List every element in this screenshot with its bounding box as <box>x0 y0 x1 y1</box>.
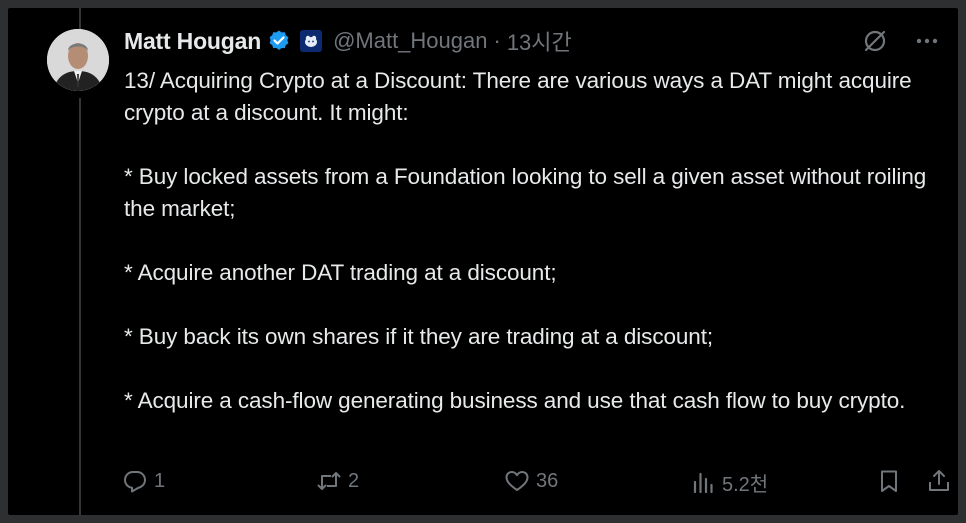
tweet-header: Matt Hougan @Matt_Hougan · 13시간 <box>124 25 572 57</box>
grok-icon[interactable] <box>862 28 888 54</box>
like-count: 36 <box>536 469 559 492</box>
share-button[interactable] <box>926 468 952 494</box>
retweet-icon <box>317 472 341 490</box>
more-icon[interactable] <box>914 28 940 54</box>
retweet-count: 2 <box>348 469 360 492</box>
author-handle[interactable]: @Matt_Hougan <box>333 28 487 54</box>
reply-button[interactable]: 1 <box>122 468 165 494</box>
tweet-paragraph: * Acquire a cash-flow generating busines… <box>124 388 906 413</box>
tweet-timestamp[interactable]: 13시간 <box>507 25 572 57</box>
reply-count: 1 <box>154 469 166 492</box>
verified-badge-icon <box>267 29 291 53</box>
views-icon <box>693 472 713 493</box>
like-button[interactable]: 36 <box>504 468 558 494</box>
view-count: 5.2천 <box>722 474 769 496</box>
tweet-text: 13/ Acquiring Crypto at a Discount: Ther… <box>124 65 944 417</box>
avatar[interactable] <box>47 29 109 91</box>
header-separator: · <box>493 28 501 53</box>
views-button[interactable]: 5.2천 <box>690 468 768 497</box>
tweet-card: Matt Hougan @Matt_Hougan · 13시간 13/ Acqu… <box>8 8 958 515</box>
tweet-action-bar: 1 2 36 5.2천 <box>122 465 949 497</box>
bookmark-icon <box>881 470 897 492</box>
affiliate-badge-icon[interactable] <box>299 29 323 53</box>
tweet-paragraph: 13/ Acquiring Crypto at a Discount: Ther… <box>124 68 912 125</box>
thread-line <box>79 98 81 515</box>
tweet-paragraph: * Acquire another DAT trading at a disco… <box>124 260 557 285</box>
tweet-top-actions <box>862 28 940 54</box>
share-icon <box>929 470 949 491</box>
tweet-paragraph: * Buy locked assets from a Foundation lo… <box>124 164 927 221</box>
tweet-paragraph: * Buy back its own shares if it they are… <box>124 324 714 349</box>
like-icon <box>505 471 529 491</box>
author-name[interactable]: Matt Hougan <box>124 28 261 55</box>
retweet-button[interactable]: 2 <box>316 468 359 494</box>
reply-icon <box>124 471 146 493</box>
bookmark-button[interactable] <box>876 468 902 494</box>
